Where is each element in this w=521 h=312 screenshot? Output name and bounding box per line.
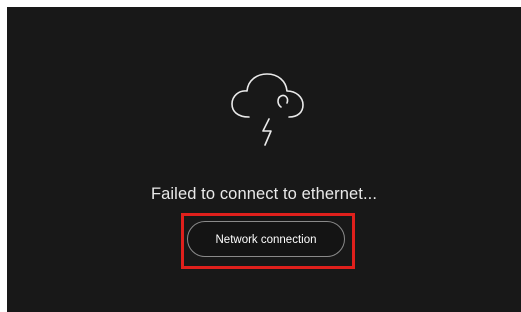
error-message: Failed to connect to ethernet... [150,185,378,203]
network-connection-button[interactable]: Network connection [187,221,345,257]
error-screen: Failed to connect to ethernet... Network… [7,7,521,312]
cloud-lightning-icon [231,73,304,146]
